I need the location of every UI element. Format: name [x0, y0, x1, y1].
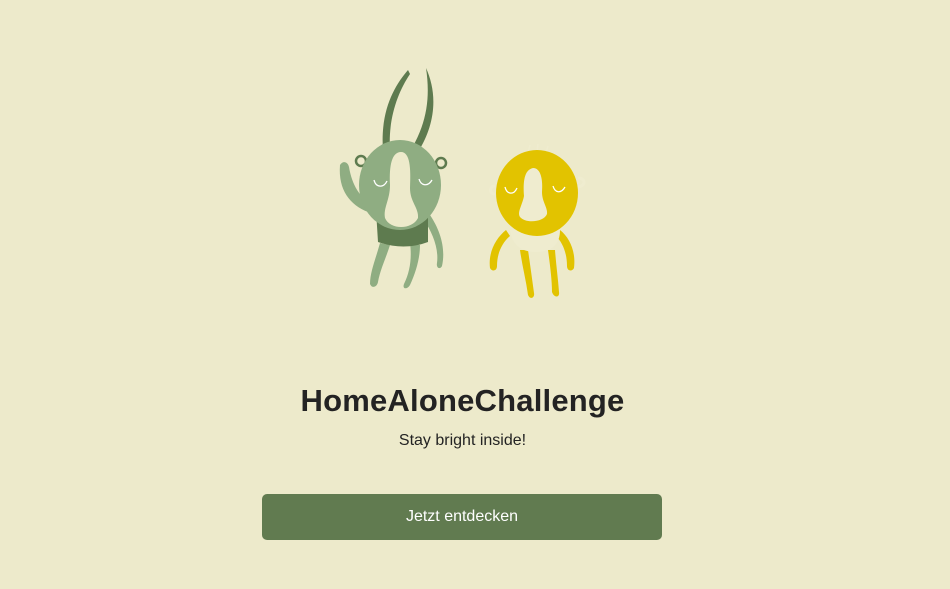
green-character-illustration — [339, 68, 448, 289]
landing-page: HomeAloneChallenge Stay bright inside! J… — [0, 0, 950, 589]
hero-illustration — [339, 68, 586, 298]
yellow-character-illustration — [489, 143, 586, 298]
page-subtitle: Stay bright inside! — [398, 432, 527, 449]
page-title: HomeAloneChallenge — [300, 383, 625, 418]
discover-button[interactable]: Jetzt entdecken — [262, 494, 662, 540]
